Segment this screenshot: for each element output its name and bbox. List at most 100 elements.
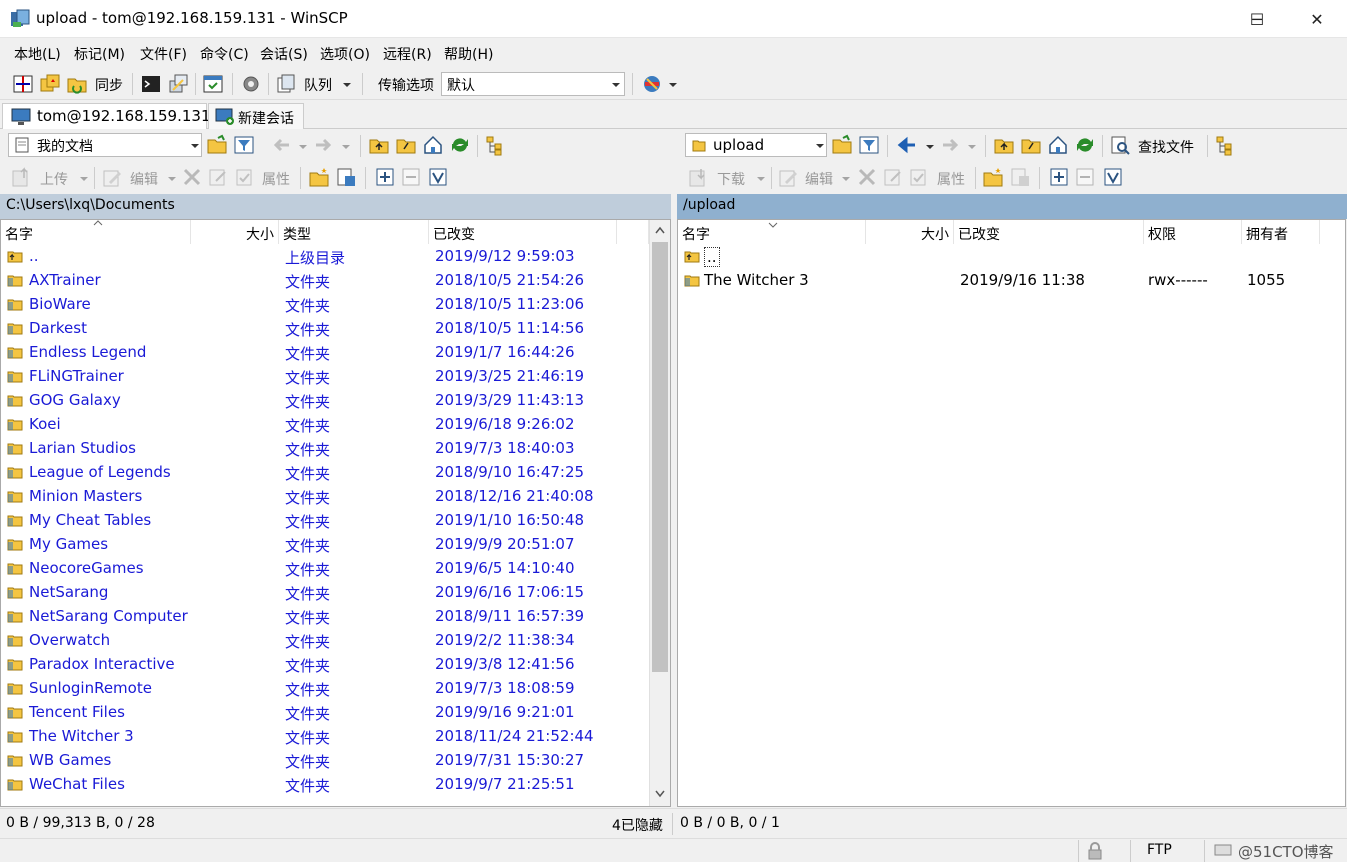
table-row[interactable]: Larian Studios 文件夹 2019/7/3 18:40:03	[1, 436, 649, 460]
menu-options[interactable]: 选项(O)	[320, 44, 370, 64]
table-row[interactable]: My Cheat Tables 文件夹 2019/1/10 16:50:48	[1, 508, 649, 532]
select-all-icon[interactable]	[1102, 166, 1124, 188]
open-folder-icon[interactable]	[206, 134, 228, 156]
new-file-icon[interactable]	[1009, 166, 1031, 188]
unselect-files-minus-icon[interactable]	[1074, 166, 1096, 188]
preferences-gear-icon[interactable]	[240, 73, 262, 95]
column-header-changed[interactable]: 已改变	[429, 220, 617, 244]
table-row[interactable]: NetSarang 文件夹 2019/6/16 17:06:15	[1, 580, 649, 604]
back-arrow-icon[interactable]	[895, 134, 917, 156]
reconnect-icon[interactable]	[641, 73, 663, 95]
find-files-icon[interactable]	[1109, 134, 1131, 156]
table-row[interactable]: Endless Legend 文件夹 2019/1/7 16:44:26	[1, 340, 649, 364]
open-folder-icon[interactable]	[831, 134, 853, 156]
tab-session[interactable]: tom@192.168.159.131	[2, 103, 211, 129]
column-header-rights[interactable]: 权限	[1144, 220, 1242, 244]
select-files-plus-icon[interactable]	[374, 166, 396, 188]
table-row[interactable]: ..	[678, 244, 1345, 268]
refresh-icon[interactable]	[449, 134, 471, 156]
back-arrow-icon[interactable]	[271, 134, 293, 156]
root-directory-icon[interactable]	[395, 134, 417, 156]
tree-icon[interactable]	[484, 134, 506, 156]
new-folder-icon[interactable]	[308, 166, 330, 188]
edit-button[interactable]: 编辑	[130, 169, 158, 189]
compare-directories-icon[interactable]	[12, 73, 34, 95]
column-header-type[interactable]: 类型	[279, 220, 429, 244]
table-row[interactable]: Overwatch 文件夹 2019/2/2 11:38:34	[1, 628, 649, 652]
left-hidden-count[interactable]: 4已隐藏	[612, 815, 663, 835]
table-row[interactable]: BioWare 文件夹 2018/10/5 11:23:06	[1, 292, 649, 316]
back-dropdown-icon[interactable]	[926, 145, 934, 149]
table-row[interactable]: FLiNGTrainer 文件夹 2019/3/25 21:46:19	[1, 364, 649, 388]
forward-dropdown-icon[interactable]	[342, 145, 350, 149]
column-header-changed[interactable]: 已改变	[954, 220, 1144, 244]
table-row[interactable]: Minion Masters 文件夹 2018/12/16 21:40:08	[1, 484, 649, 508]
back-dropdown-icon[interactable]	[299, 145, 307, 149]
parent-directory-icon[interactable]	[993, 134, 1015, 156]
left-file-list[interactable]: 名字 大小 类型 已改变 .. 上级目录 2019/9/12 9:59:03 AXTr…	[0, 219, 671, 807]
select-files-plus-icon[interactable]	[1048, 166, 1070, 188]
left-scroll-thumb[interactable]	[652, 242, 668, 672]
table-row[interactable]: NetSarang Computer 文件夹 2018/9/11 16:57:39	[1, 604, 649, 628]
new-file-icon[interactable]	[335, 166, 357, 188]
transfer-preset-combo[interactable]: 默认	[441, 72, 625, 96]
table-row[interactable]: Tencent Files 文件夹 2019/9/16 9:21:01	[1, 700, 649, 724]
putty-icon[interactable]	[167, 73, 189, 95]
rename-icon[interactable]	[882, 166, 904, 188]
scroll-up-icon[interactable]	[655, 226, 665, 234]
queue-icon[interactable]	[275, 73, 297, 95]
column-header-name[interactable]: 名字	[1, 220, 191, 244]
menu-help[interactable]: 帮助(H)	[444, 44, 493, 64]
table-row[interactable]: Koei 文件夹 2019/6/18 9:26:02	[1, 412, 649, 436]
edit-button[interactable]: 编辑	[805, 169, 833, 189]
home-icon[interactable]	[422, 134, 444, 156]
forward-arrow-icon[interactable]	[939, 134, 961, 156]
table-row[interactable]: WB Games 文件夹 2019/7/31 15:30:27	[1, 748, 649, 772]
edit-dropdown-icon[interactable]	[168, 177, 176, 181]
edit-icon[interactable]	[101, 166, 123, 188]
right-location-combo[interactable]: upload	[685, 133, 827, 157]
upload-dropdown-icon[interactable]	[80, 177, 88, 181]
properties-icon[interactable]	[234, 166, 256, 188]
upload-button[interactable]: 上传	[40, 169, 68, 189]
properties-button[interactable]: 属性	[262, 169, 290, 189]
menu-mark[interactable]: 标记(M)	[74, 44, 125, 64]
root-directory-icon[interactable]	[1020, 134, 1042, 156]
left-vertical-scrollbar[interactable]	[649, 220, 670, 806]
properties-icon[interactable]	[908, 166, 930, 188]
download-icon[interactable]	[687, 166, 709, 188]
table-row[interactable]: Darkest 文件夹 2018/10/5 11:14:56	[1, 316, 649, 340]
table-row[interactable]: GOG Galaxy 文件夹 2019/3/29 11:43:13	[1, 388, 649, 412]
edit-dropdown-icon[interactable]	[842, 177, 850, 181]
column-header-size[interactable]: 大小	[866, 220, 954, 244]
column-header-size[interactable]: 大小	[191, 220, 279, 244]
maximize-button[interactable]: ☐	[1228, 0, 1286, 38]
parent-directory-icon[interactable]	[368, 134, 390, 156]
delete-icon[interactable]	[856, 166, 878, 188]
refresh-icon[interactable]	[1074, 134, 1096, 156]
table-row[interactable]: The Witcher 3 文件夹 2018/11/24 21:52:44	[1, 724, 649, 748]
left-location-combo[interactable]: 我的文档	[8, 133, 202, 157]
delete-icon[interactable]	[181, 166, 203, 188]
column-header-owner[interactable]: 拥有者	[1242, 220, 1320, 244]
find-files-button[interactable]: 查找文件	[1138, 137, 1194, 157]
new-window-icon[interactable]	[202, 73, 224, 95]
tab-new-session[interactable]: 新建会话	[208, 103, 304, 129]
select-all-icon[interactable]	[427, 166, 449, 188]
synchronize-browsing-icon[interactable]	[39, 73, 61, 95]
table-row[interactable]: The Witcher 3 2019/9/16 11:38 rwx------ 105…	[678, 268, 1345, 292]
table-row[interactable]: WeChat Files 文件夹 2019/9/7 21:25:51	[1, 772, 649, 796]
table-row[interactable]: AXTrainer 文件夹 2018/10/5 21:54:26	[1, 268, 649, 292]
rename-icon[interactable]	[207, 166, 229, 188]
table-row[interactable]: .. 上级目录 2019/9/12 9:59:03	[1, 244, 649, 268]
sync-button[interactable]: 同步	[95, 75, 123, 95]
terminal-icon[interactable]	[140, 73, 162, 95]
menu-remote[interactable]: 远程(R)	[383, 44, 432, 64]
column-header-name[interactable]: 名字	[678, 220, 866, 244]
forward-arrow-icon[interactable]	[312, 134, 334, 156]
upload-icon[interactable]	[10, 166, 32, 188]
properties-button[interactable]: 属性	[937, 169, 965, 189]
filter-icon[interactable]	[233, 134, 255, 156]
download-button[interactable]: 下载	[717, 169, 745, 189]
table-row[interactable]: SunloginRemote 文件夹 2019/7/3 18:08:59	[1, 676, 649, 700]
